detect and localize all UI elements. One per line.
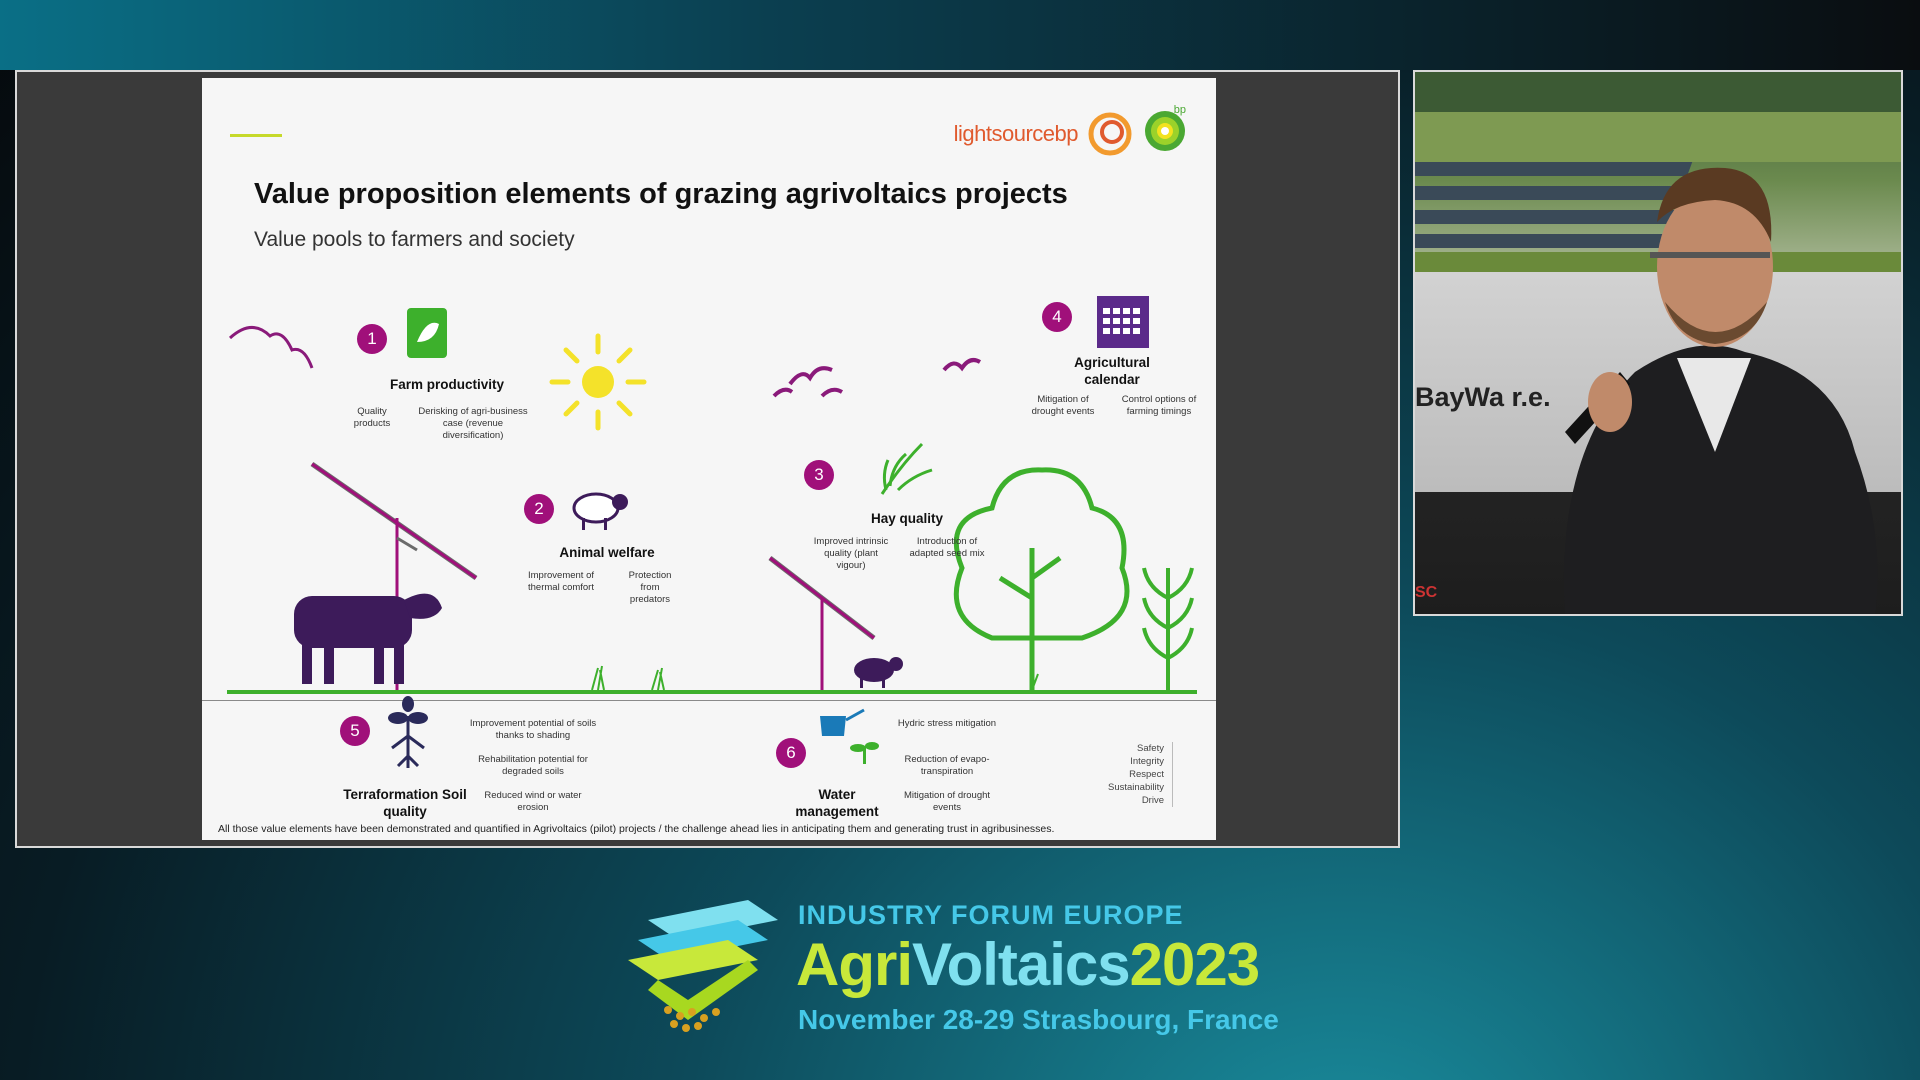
element-6-number: 6 <box>776 738 806 768</box>
watering-can-icon <box>820 708 879 764</box>
sun-icon <box>549 333 647 431</box>
plant-roots-icon <box>388 696 428 768</box>
element-3-note-2: Introduction of adapted seed mix <box>909 536 985 559</box>
tree-icon <box>953 467 1130 690</box>
element-4-number: 4 <box>1042 302 1072 332</box>
corner-logo-text: SC <box>1415 584 1438 601</box>
element-3-label: Hay quality <box>870 511 944 526</box>
event-date-location: November 28-29 Strasbourg, France <box>798 1004 1279 1035</box>
value-item: Safety <box>1137 743 1164 754</box>
element-5-number: 5 <box>340 716 370 746</box>
element-5-note-2: Rehabilitation potential for degraded so… <box>478 754 588 777</box>
value-item: Sustainability <box>1108 782 1164 793</box>
element-4-note-2: Control options of farming timings <box>1121 394 1197 417</box>
element-1-label: Farm productivity <box>389 377 505 392</box>
element-2-note-2: Protection from predators <box>628 570 672 605</box>
event-name: AgriVoltaics2023 <box>796 931 1260 998</box>
element-6-label: Water management <box>795 787 879 819</box>
element-2-label: Animal welfare <box>559 545 655 560</box>
element-2-number: 2 <box>524 494 554 524</box>
company-values-list: Safety Integrity Respect Sustainability … <box>1108 742 1173 807</box>
element-1-number: 1 <box>357 324 387 354</box>
element-4-label: Agricultural calendar <box>1074 355 1150 387</box>
stage-background-top <box>0 0 1920 70</box>
slide-panel: lightsourcebp bp Value proposition eleme… <box>15 70 1400 848</box>
element-5-note-1: Improvement potential of soils thanks to… <box>469 718 597 741</box>
speaker-figure <box>1563 167 1878 614</box>
element-6-note-2: Reduction of evapo-transpiration <box>904 754 990 777</box>
element-3-note-1: Improved intrinsic quality (plant vigour… <box>813 536 889 571</box>
birds-icon <box>772 358 982 398</box>
value-item: Respect <box>1129 769 1164 780</box>
feed-bag-icon <box>407 308 447 358</box>
slide-footnote: All those value elements have been demon… <box>218 823 1055 835</box>
element-1-note-2: Derisking of agri-business case (revenue… <box>418 406 528 441</box>
element-1-note-1: Quality products <box>353 406 391 429</box>
value-item: Drive <box>1141 795 1164 806</box>
event-tagline: INDUSTRY FORUM EUROPE <box>798 900 1184 930</box>
wheat-icon <box>1142 567 1194 690</box>
ground-line <box>227 690 1197 694</box>
element-5-label: Terraformation Soil quality <box>343 787 467 819</box>
cow-icon <box>294 593 442 684</box>
calendar-icon <box>1097 296 1149 348</box>
grass-tufts-icon <box>591 665 1039 691</box>
value-item: Integrity <box>1130 756 1164 767</box>
hay-sprig-icon <box>880 442 933 495</box>
element-4-note-1: Mitigation of drought events <box>1031 394 1095 417</box>
element-3-number: 3 <box>804 460 834 490</box>
presentation-slide: lightsourcebp bp Value proposition eleme… <box>202 78 1216 840</box>
speaker-video-panel: BayWa r.e. SC <box>1413 70 1903 616</box>
element-2-note-1: Improvement of thermal comfort <box>528 570 594 593</box>
element-5-note-3: Reduced wind or water erosion <box>484 790 582 813</box>
sheep-icon <box>572 492 628 530</box>
element-6-note-3: Mitigation of drought events <box>903 790 991 813</box>
hill-outline-icon <box>228 326 314 369</box>
element-6-note-1: Hydric stress mitigation <box>897 718 997 729</box>
ground-divider <box>202 700 1216 701</box>
small-sheep-icon <box>854 657 903 688</box>
agrivoltaics-logo-icon <box>628 900 778 1032</box>
